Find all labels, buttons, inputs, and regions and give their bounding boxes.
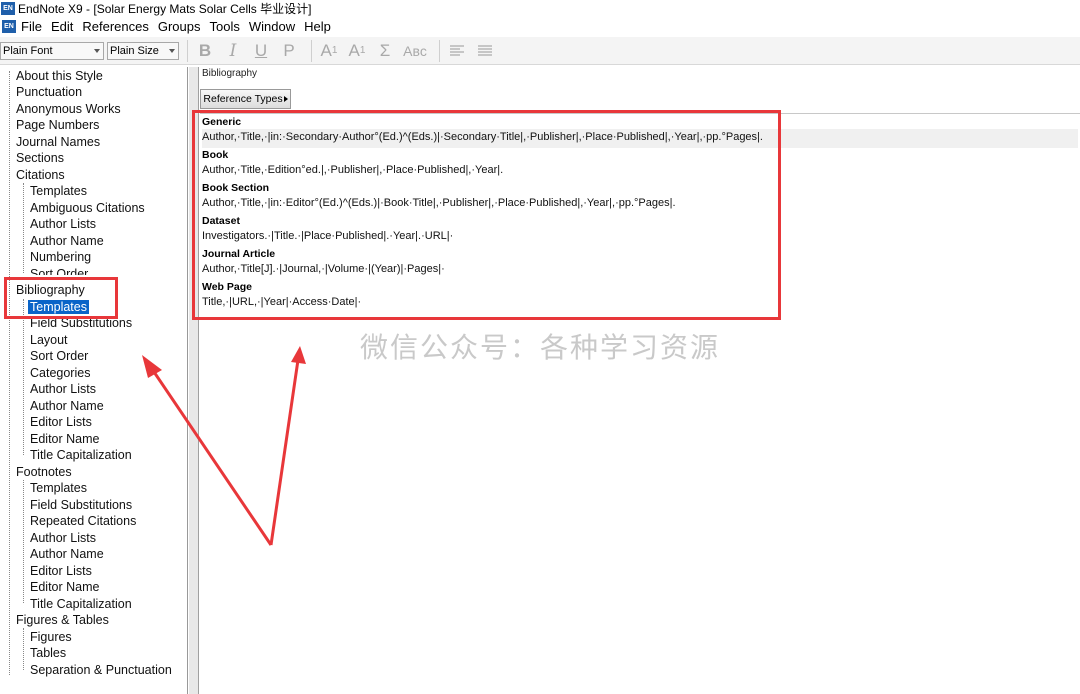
tree-item-journal-names[interactable]: Journal Names (16, 134, 100, 150)
subscript-button[interactable]: A1 (346, 40, 368, 62)
window-title: EndNote X9 - [Solar Energy Mats Solar Ce… (18, 2, 312, 16)
tree-item-sections[interactable]: Sections (16, 150, 64, 166)
endnote-app-icon: EN (1, 2, 15, 15)
menu-edit[interactable]: Edit (51, 19, 79, 34)
toolbar-divider (187, 39, 188, 62)
reference-types-label: Reference Types (203, 93, 283, 105)
tree-item-citations-templates[interactable]: Templates (30, 183, 87, 199)
size-select-value: Plain Size (110, 44, 159, 57)
menu-groups[interactable]: Groups (158, 19, 207, 34)
menu-bar: EN File Edit References Groups Tools Win… (0, 17, 1080, 36)
tree-item-page-numbers[interactable]: Page Numbers (16, 117, 99, 133)
watermark: 微信公众号：各种学习资源 (360, 331, 721, 364)
section-label: Bibliography (202, 68, 258, 79)
tree-item-about-this-style[interactable]: About this Style (16, 68, 103, 84)
tree-item-citations-author-name[interactable]: Author Name (30, 233, 104, 249)
tree-item-tables[interactable]: Tables (30, 645, 66, 661)
plain-button[interactable]: P (278, 40, 300, 62)
annotation-box-templates (192, 110, 781, 320)
symbol-button[interactable]: Σ (374, 40, 396, 62)
tree-item-citations-sort-order[interactable]: Sort Order (30, 266, 88, 275)
tree-item-citations[interactable]: Citations (16, 167, 65, 183)
tree-item-bibliography-author-name[interactable]: Author Name (30, 398, 104, 414)
tree-item-footnotes-editor-lists[interactable]: Editor Lists (30, 563, 92, 579)
tree-line (23, 299, 24, 455)
tree-item-footnotes-templates[interactable]: Templates (30, 480, 87, 496)
menu-help[interactable]: Help (304, 19, 337, 34)
underline-button[interactable]: U (250, 40, 272, 62)
tree-item-categories[interactable]: Categories (30, 365, 90, 381)
toolbar-divider (439, 39, 440, 62)
tree-item-bibliography-editor-lists[interactable]: Editor Lists (30, 414, 92, 430)
tree-item-footnotes-editor-name[interactable]: Editor Name (30, 579, 99, 595)
menu-tools[interactable]: Tools (209, 19, 245, 34)
tree-item-ambiguous-citations[interactable]: Ambiguous Citations (30, 200, 145, 216)
tree-item-repeated-citations[interactable]: Repeated Citations (30, 513, 136, 529)
menu-file[interactable]: File (21, 19, 48, 34)
reference-types-button[interactable]: Reference Types (200, 89, 291, 109)
font-select-value: Plain Font (3, 44, 53, 57)
document-icon[interactable]: EN (2, 20, 16, 33)
tree-item-bibliography-author-lists[interactable]: Author Lists (30, 381, 96, 397)
tree-item-figures-tables[interactable]: Figures & Tables (16, 612, 109, 628)
size-select[interactable]: Plain Size (107, 41, 179, 60)
style-tree-panel: About this Style Punctuation Anonymous W… (0, 67, 188, 694)
align-left-button[interactable] (446, 40, 468, 62)
menu-references[interactable]: References (82, 19, 154, 34)
align-left-icon (450, 45, 464, 55)
superscript-base: A (320, 40, 332, 60)
align-justify-icon (478, 45, 492, 55)
tree-item-bibliography-title-capitalization[interactable]: Title Capitalization (30, 447, 132, 463)
tree-item-footnotes-title-capitalization[interactable]: Title Capitalization (30, 596, 132, 612)
tree-item-separation-punctuation[interactable]: Separation & Punctuation (30, 662, 172, 678)
tree-line (9, 71, 10, 675)
tree-item-bibliography-editor-name[interactable]: Editor Name (30, 431, 99, 447)
chevron-down-icon (169, 48, 175, 53)
menu-window[interactable]: Window (249, 19, 301, 34)
tree-item-footnotes-author-name[interactable]: Author Name (30, 546, 104, 562)
tree-item-footnotes-author-lists[interactable]: Author Lists (30, 530, 96, 546)
bold-button[interactable]: B (194, 40, 216, 62)
tree-item-anonymous-works[interactable]: Anonymous Works (16, 101, 121, 117)
superscript-mark: 1 (331, 45, 338, 56)
italic-button[interactable]: I (222, 40, 244, 62)
chevron-down-icon (94, 48, 100, 53)
chevron-right-icon (283, 96, 288, 102)
tree-item-layout[interactable]: Layout (30, 332, 68, 348)
toolbar-divider (311, 39, 312, 62)
tree-item-bibliography-sort-order[interactable]: Sort Order (30, 348, 88, 364)
title-bar: EN EndNote X9 - [Solar Energy Mats Solar… (0, 0, 1080, 17)
tree-item-figures[interactable]: Figures (30, 629, 72, 645)
annotation-box-tree (4, 277, 118, 319)
tree-item-punctuation[interactable]: Punctuation (16, 84, 82, 100)
tree-item-footnotes-field-substitutions[interactable]: Field Substitutions (30, 497, 132, 513)
subscript-mark: 1 (359, 45, 366, 56)
tree-item-footnotes[interactable]: Footnotes (16, 464, 72, 480)
smallcaps-button[interactable]: Aʙᴄ (402, 40, 428, 62)
tree-item-citations-author-lists[interactable]: Author Lists (30, 216, 96, 232)
font-select[interactable]: Plain Font (0, 41, 104, 60)
superscript-button[interactable]: A1 (318, 40, 340, 62)
subscript-base: A (348, 40, 360, 60)
align-justify-button[interactable] (474, 40, 496, 62)
tree-line (23, 628, 24, 670)
tree-line (23, 183, 24, 273)
format-toolbar: Plain Font Plain Size B I U P A1 A1 Σ Aʙ… (0, 37, 1080, 65)
tree-item-numbering[interactable]: Numbering (30, 249, 91, 265)
tree-line (23, 480, 24, 603)
